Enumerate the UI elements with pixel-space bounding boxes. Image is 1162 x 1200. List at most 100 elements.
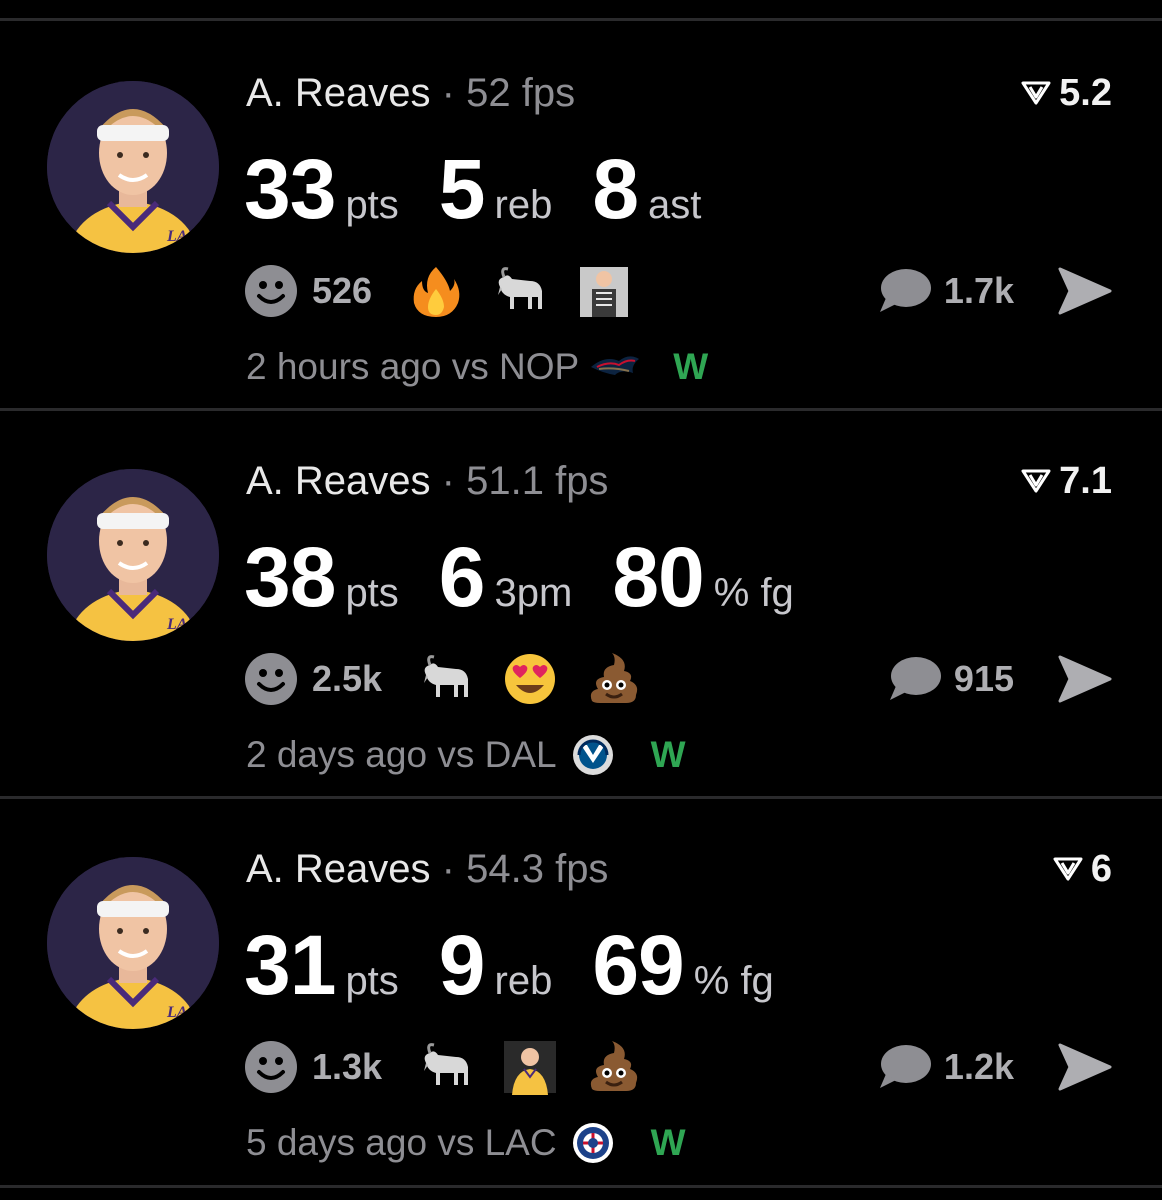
reaction-count[interactable]: 526 <box>312 270 372 312</box>
stat-value: 9 <box>438 918 486 1012</box>
stat-value: 31 <box>244 918 336 1012</box>
fire-emoji[interactable] <box>408 263 464 319</box>
smile-icon[interactable] <box>244 264 298 318</box>
stat-item: 31 pts <box>244 915 399 1015</box>
time-ago: 5 days ago <box>246 1122 428 1163</box>
comment-count: 1.7k <box>943 270 1014 311</box>
stat-item: 38 pts <box>244 527 399 627</box>
stat-value: 5 <box>438 142 486 236</box>
rating-badge: 5.2 <box>1021 69 1112 117</box>
player-avatar[interactable]: LAKERS <box>47 81 219 253</box>
separator: · <box>441 459 455 503</box>
stat-unit: ast <box>648 183 702 227</box>
reaction-count[interactable]: 2.5k <box>312 658 382 700</box>
reaction-bar: 526 <box>244 259 660 323</box>
rating-badge: 6 <box>1053 845 1112 893</box>
comments[interactable]: 1.7k <box>876 259 1014 323</box>
separator: · <box>441 71 455 115</box>
comments[interactable]: 1.2k <box>876 1035 1014 1099</box>
stat-item: 80% fg <box>612 527 793 627</box>
game-card[interactable]: LAKERS A. Reaves · 52 fps 5.2 33pts 5reb… <box>0 21 1162 406</box>
stat-item: 9 reb <box>439 915 553 1015</box>
fantasy-points: 51.1 fps <box>466 459 609 503</box>
opponent-label[interactable]: vs LAC <box>437 1119 556 1167</box>
comment-count: 915 <box>953 658 1014 699</box>
stat-line: 33 pts 5 reb 8 ast <box>244 139 741 239</box>
game-feed: LAKERS A. Reaves · 52 fps 5.2 33pts 5reb… <box>0 0 1162 1200</box>
player-avatar[interactable]: LAKERS <box>47 857 219 1029</box>
rating-icon <box>1021 81 1051 105</box>
fantasy-points: 54.3 fps <box>466 847 609 891</box>
stat-value: 33 <box>244 142 336 236</box>
rating-icon <box>1053 857 1083 881</box>
reaction-bar: 2.5k <box>244 647 670 711</box>
heart-eyes-emoji[interactable] <box>502 651 558 707</box>
player-photo: LAKERS <box>47 81 219 253</box>
poop-emoji[interactable] <box>586 651 642 707</box>
game-card[interactable]: LAKERS A. Reaves · 54.3 fps 6 31pts 9reb… <box>0 797 1162 1182</box>
player-name[interactable]: A. Reaves <box>246 71 431 115</box>
game-result: W <box>673 346 709 387</box>
stat-item: 6 3pm <box>439 527 573 627</box>
poop-emoji[interactable] <box>586 1039 642 1095</box>
rating-value: 6 <box>1090 848 1112 890</box>
xray-player-sticker[interactable] <box>576 263 632 319</box>
svg-text:LAKERS: LAKERS <box>166 616 219 633</box>
player-photo: LAKERS <box>47 857 219 1029</box>
smile-icon[interactable] <box>244 1040 298 1094</box>
game-card[interactable]: LAKERS A. Reaves · 51.1 fps 7.1 38pts 63… <box>0 409 1162 794</box>
card-header: A. Reaves · 51.1 fps <box>246 457 608 505</box>
player-avatar[interactable]: LAKERS <box>47 469 219 641</box>
clippers-logo <box>567 1121 619 1165</box>
opponent-label[interactable]: vs DAL <box>437 731 556 779</box>
stat-unit: reb <box>494 183 553 227</box>
card-header: A. Reaves · 54.3 fps <box>246 845 608 893</box>
mavericks-logo <box>567 733 619 777</box>
stat-value: 80 <box>612 530 704 624</box>
pelicans-logo <box>589 345 641 389</box>
stat-unit: pts <box>345 183 399 227</box>
svg-text:LAKERS: LAKERS <box>166 228 219 245</box>
stat-unit: reb <box>494 959 553 1003</box>
stat-line: 38 pts 6 3pm 80% fg <box>244 527 834 627</box>
comment-icon[interactable] <box>876 266 932 316</box>
card-header: A. Reaves · 52 fps <box>246 69 575 117</box>
rating-icon <box>1021 469 1051 493</box>
send-icon[interactable] <box>1056 265 1114 317</box>
goat-emoji[interactable] <box>418 651 474 707</box>
comments[interactable]: 915 <box>886 647 1014 711</box>
send-icon[interactable] <box>1056 1041 1114 1093</box>
comment-icon[interactable] <box>886 654 942 704</box>
game-result: W <box>650 734 686 775</box>
stat-value: 69 <box>592 918 684 1012</box>
game-info: 2 hours ago vs NOP W <box>246 343 708 391</box>
player-name[interactable]: A. Reaves <box>246 847 431 891</box>
comment-icon[interactable] <box>876 1042 932 1092</box>
lakers-player-sticker[interactable] <box>502 1039 558 1095</box>
rating-value: 7.1 <box>1059 460 1112 502</box>
time-ago: 2 days ago <box>246 734 428 775</box>
goat-emoji[interactable] <box>492 263 548 319</box>
rating-badge: 7.1 <box>1021 457 1112 505</box>
stat-unit: 3pm <box>494 571 573 615</box>
stat-item: 69% fg <box>592 915 773 1015</box>
game-result: W <box>650 1122 686 1163</box>
goat-emoji[interactable] <box>418 1039 474 1095</box>
stat-unit: % fg <box>713 571 794 615</box>
stat-unit: % fg <box>693 959 774 1003</box>
send-icon[interactable] <box>1056 653 1114 705</box>
game-info: 5 days ago vs LAC W <box>246 1119 686 1167</box>
stat-value: 38 <box>244 530 336 624</box>
reaction-count[interactable]: 1.3k <box>312 1046 382 1088</box>
stat-value: 6 <box>438 530 486 624</box>
opponent-label[interactable]: vs NOP <box>452 343 579 391</box>
rating-value: 5.2 <box>1059 72 1112 114</box>
stat-line: 31 pts 9 reb 69% fg <box>244 915 814 1015</box>
stat-unit: pts <box>345 571 399 615</box>
player-name[interactable]: A. Reaves <box>246 459 431 503</box>
game-info: 2 days ago vs DAL W <box>246 731 686 779</box>
time-ago: 2 hours ago <box>246 346 442 387</box>
comment-count: 1.2k <box>943 1046 1014 1087</box>
smile-icon[interactable] <box>244 652 298 706</box>
separator: · <box>441 847 455 891</box>
